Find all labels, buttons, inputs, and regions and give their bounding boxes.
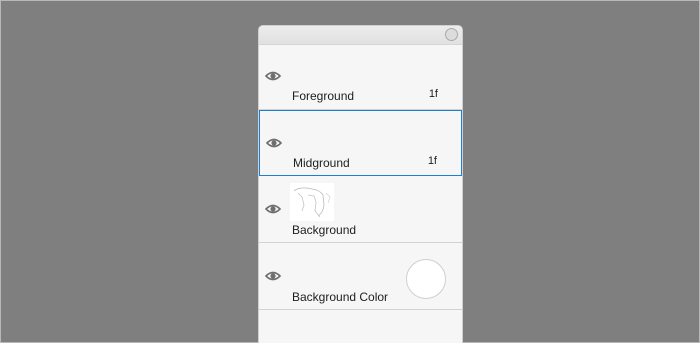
panel-titlebar[interactable] — [259, 26, 462, 45]
frame-count: 1f — [428, 88, 438, 100]
layers-panel: Foreground 1f Midground 1f Background Ba… — [258, 25, 463, 343]
layer-name: Foreground — [292, 89, 355, 103]
eye-icon[interactable] — [265, 270, 281, 282]
layer-row-background[interactable]: Background — [259, 177, 462, 243]
layer-row-midground[interactable]: Midground 1f — [259, 110, 462, 176]
background-color-swatch[interactable] — [406, 259, 446, 299]
frame-count: 1f — [427, 155, 437, 167]
layer-name: Background — [292, 223, 357, 237]
layer-thumbnail — [290, 183, 334, 221]
eye-icon[interactable] — [266, 137, 282, 149]
close-icon[interactable] — [445, 28, 458, 41]
eye-icon[interactable] — [265, 203, 281, 215]
layer-row-background-color[interactable]: Background Color — [259, 244, 462, 310]
eye-icon[interactable] — [265, 70, 281, 82]
layer-row-foreground[interactable]: Foreground 1f — [259, 44, 462, 110]
layer-name: Midground — [293, 156, 350, 170]
layer-name: Background Color — [292, 290, 389, 304]
sketch-thumbnail-image — [293, 187, 331, 218]
